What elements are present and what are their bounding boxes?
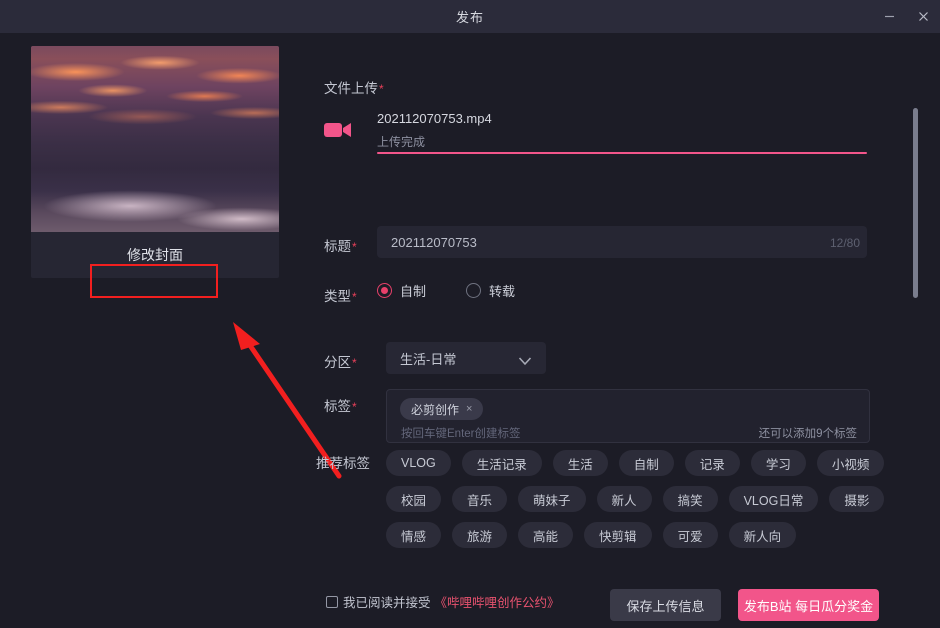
tag-remaining-count: 还可以添加9个标签 (758, 428, 857, 440)
file-upload-label: 文件上传* (324, 81, 384, 96)
recommended-tag[interactable]: 自制 (618, 450, 674, 476)
recommended-tag[interactable]: 音乐 (452, 486, 508, 512)
recommended-tag[interactable]: 生活 (552, 450, 608, 476)
dialog-footer: 我已阅读并接受 《哔哩哔哩创作公约》 保存上传信息 发布B站 每日瓜分奖金 (0, 552, 940, 628)
tag-chip-label: 必剪创作 (411, 402, 460, 417)
recommended-tag[interactable]: 小视频 (816, 450, 885, 476)
tag-chip[interactable]: 必剪创作 × (400, 398, 484, 420)
title-input-value: 202112070753 (391, 235, 477, 250)
agreement-checkbox-row[interactable]: 我已阅读并接受 《哔哩哔哩创作公约》 (326, 592, 560, 611)
chevron-down-icon (518, 353, 532, 371)
type-radio-group: 自制 转载 (377, 281, 555, 300)
recommended-tags-label: 推荐标签 (316, 456, 370, 471)
title-char-counter: 12/80 (829, 236, 860, 250)
recommended-tag[interactable]: 可爱 (662, 522, 718, 548)
tag-remove-icon[interactable]: × (466, 403, 472, 415)
recommended-tag[interactable]: 生活记录 (461, 450, 542, 476)
cover-thumbnail[interactable] (31, 46, 279, 232)
dialog-body: 修改封面 文件上传* 202112070753.mp4 上传完成 标题* 202… (0, 33, 940, 628)
agreement-text: 我已阅读并接受 (343, 596, 431, 610)
title-bar: 发布 (0, 0, 940, 33)
recommended-tag[interactable]: 校园 (386, 486, 442, 512)
recommended-tag[interactable]: VLOG (386, 450, 451, 476)
dialog-scrollbar-thumb[interactable] (913, 108, 918, 298)
recommended-tag[interactable]: 新人向 (728, 522, 797, 548)
agreement-link[interactable]: 《哔哩哔哩创作公约》 (435, 592, 560, 611)
tag-input-hint: 按回车键Enter创建标签 (401, 428, 521, 440)
radio-reprint[interactable]: 转载 (466, 281, 515, 300)
save-upload-info-button[interactable]: 保存上传信息 (610, 589, 721, 621)
partition-select[interactable]: 生活-日常 (386, 342, 546, 374)
recommended-tag[interactable]: 记录 (684, 450, 740, 476)
window-controls (872, 0, 940, 33)
form-scroll-area: 文件上传* 202112070753.mp4 上传完成 标题* 20211207… (300, 33, 910, 553)
video-camera-icon (324, 120, 352, 145)
upload-status-text: 上传完成 (377, 135, 426, 149)
upload-progress-bar (377, 152, 867, 154)
recommended-tag[interactable]: 高能 (518, 522, 574, 548)
recommended-tag[interactable]: 搞笑 (662, 486, 718, 512)
minimize-icon[interactable] (872, 0, 906, 33)
type-label: 类型* (324, 289, 357, 304)
recommended-tag[interactable]: 快剪辑 (584, 522, 652, 548)
window-title: 发布 (455, 10, 484, 25)
recommended-tag[interactable]: 旅游 (452, 522, 508, 548)
recommended-tag[interactable]: 学习 (750, 450, 806, 476)
partition-select-value: 生活-日常 (400, 351, 457, 367)
partition-label: 分区* (324, 355, 357, 370)
tag-label: 标签* (324, 399, 357, 414)
change-cover-button[interactable]: 修改封面 (31, 232, 279, 278)
recommended-tags-row: 情感 旅游 高能 快剪辑 可爱 新人向 (386, 517, 886, 553)
recommended-tag[interactable]: 萌妹子 (518, 486, 586, 512)
recommended-tag[interactable]: VLOG日常 (728, 486, 819, 512)
close-icon[interactable] (906, 0, 940, 33)
cover-sunset-clouds-image (31, 46, 279, 232)
tag-input-box[interactable]: 必剪创作 × 按回车键Enter创建标签 还可以添加9个标签 (386, 389, 870, 443)
recommended-tags-list: VLOG 生活记录 生活 自制 记录 学习 小视频 校园 音乐 萌妹子 新人 搞… (386, 445, 886, 553)
agreement-checkbox[interactable] (326, 595, 338, 608)
recommended-tags-row: VLOG 生活记录 生活 自制 记录 学习 小视频 (386, 445, 886, 481)
title-label: 标题* (324, 239, 357, 254)
recommended-tag[interactable]: 摄影 (829, 486, 885, 512)
recommended-tag[interactable]: 新人 (596, 486, 652, 512)
cover-panel: 修改封面 (31, 46, 279, 278)
publish-dialog: 发布 修改封面 文件上传* 202112070753.mp4 上传完成 标题* … (0, 0, 940, 628)
radio-selected-icon (377, 283, 392, 298)
recommended-tag[interactable]: 情感 (386, 522, 442, 548)
recommended-tags-row: 校园 音乐 萌妹子 新人 搞笑 VLOG日常 摄影 (386, 481, 886, 517)
radio-original[interactable]: 自制 (377, 281, 426, 300)
radio-unselected-icon (466, 283, 482, 298)
publish-button[interactable]: 发布B站 每日瓜分奖金 (738, 589, 879, 621)
uploaded-file-name: 202112070753.mp4 (377, 111, 492, 126)
